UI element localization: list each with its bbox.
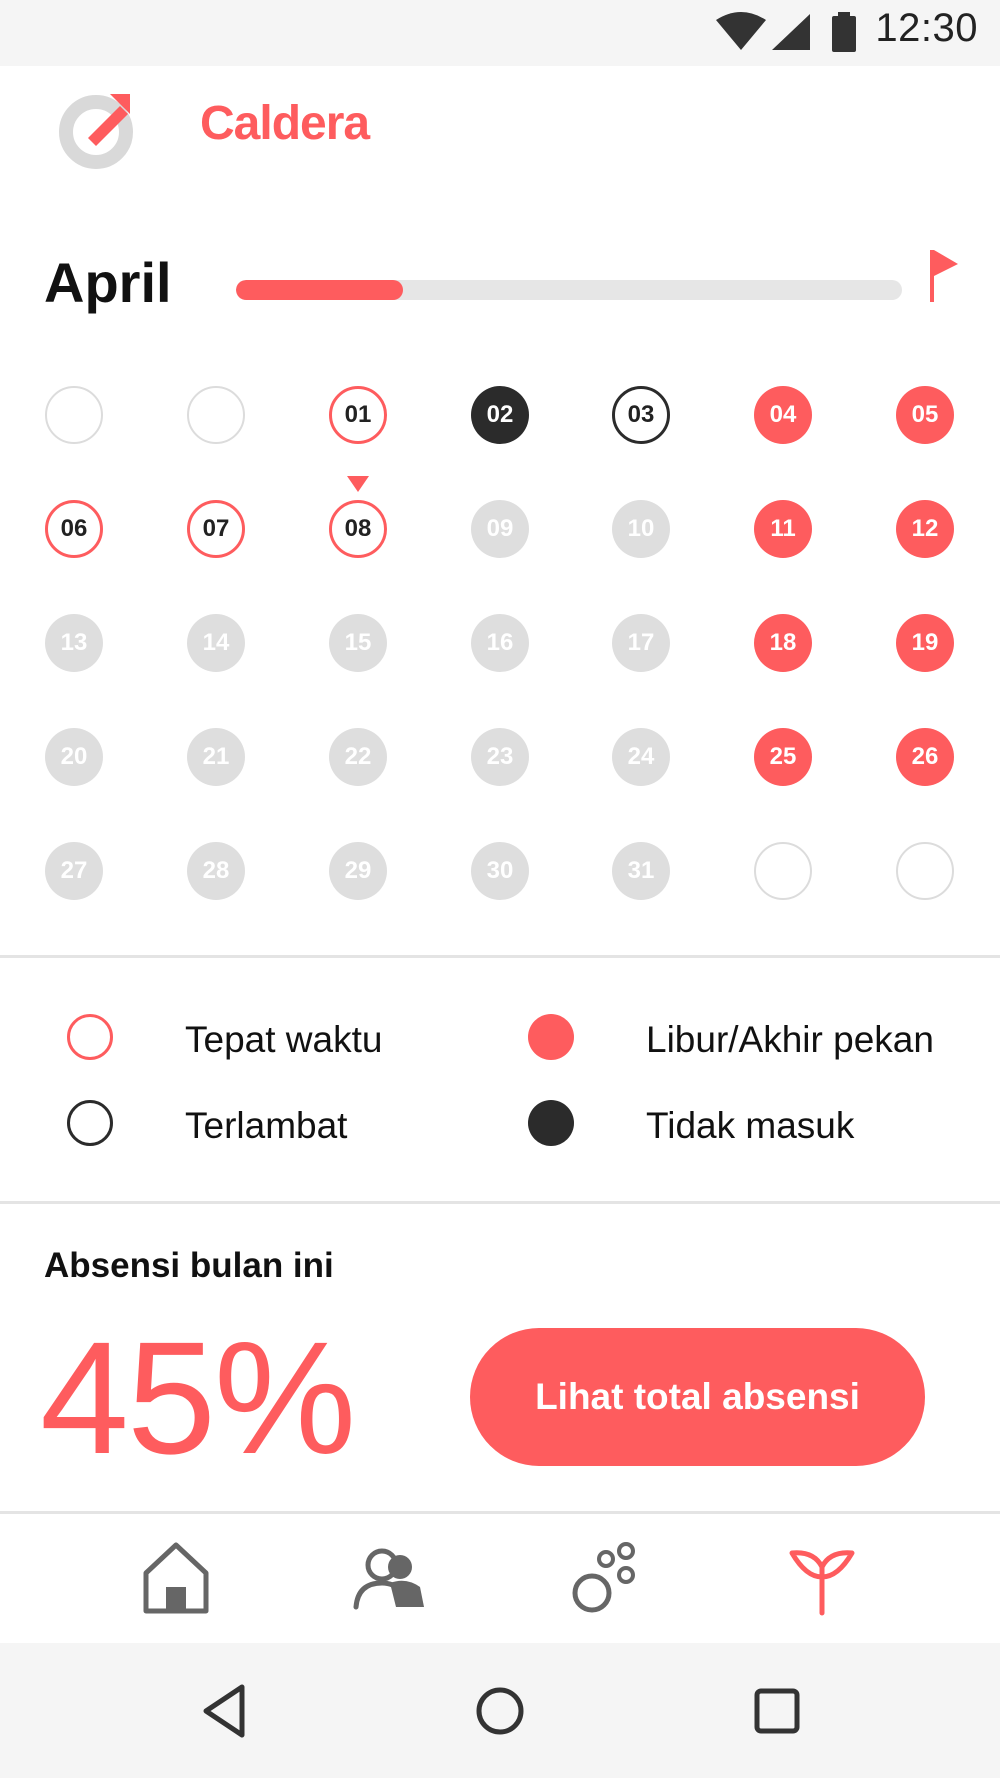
- calendar-day-20[interactable]: 20: [45, 728, 103, 786]
- app-name: Caldera: [200, 97, 370, 150]
- divider: [0, 955, 1000, 958]
- calendar-day-23[interactable]: 23: [471, 728, 529, 786]
- calendar-day-empty: [896, 842, 954, 900]
- calendar-day-06[interactable]: 06: [45, 500, 103, 558]
- logo-mark-icon: [59, 94, 133, 169]
- app-logo: Caldera: [58, 86, 370, 176]
- calendar-day-01[interactable]: 01: [329, 386, 387, 444]
- calendar-day-17[interactable]: 17: [612, 614, 670, 672]
- legend-label: Tidak masuk: [646, 1105, 855, 1146]
- status-bar: 12:30: [0, 0, 1000, 66]
- recents-icon[interactable]: [745, 1679, 809, 1743]
- calendar-day-14[interactable]: 14: [187, 614, 245, 672]
- legend-label: Tepat waktu: [185, 1019, 383, 1060]
- divider: [0, 1201, 1000, 1204]
- calendar-day-02[interactable]: 02: [471, 386, 529, 444]
- legend-on-time-swatch: [67, 1014, 113, 1060]
- battery-icon: [832, 12, 856, 52]
- month-progress-fill: [236, 280, 403, 300]
- calendar-day-19[interactable]: 19: [896, 614, 954, 672]
- attendance-percentage: 45%: [40, 1308, 356, 1487]
- calendar-day-empty: [45, 386, 103, 444]
- signal-icon: [772, 14, 810, 50]
- month-progress-bar: [236, 280, 902, 300]
- month-title: April: [44, 251, 172, 314]
- calendar-day-30[interactable]: 30: [471, 842, 529, 900]
- calendar-day-29[interactable]: 29: [329, 842, 387, 900]
- divider: [0, 1511, 1000, 1514]
- wifi-icon: [716, 12, 766, 50]
- people-icon[interactable]: [350, 1537, 430, 1617]
- legend-label: Terlambat: [185, 1105, 348, 1146]
- calendar-day-empty: [754, 842, 812, 900]
- legend-holiday-swatch: [528, 1014, 574, 1060]
- calendar-day-04[interactable]: 04: [754, 386, 812, 444]
- calendar-day-28[interactable]: 28: [187, 842, 245, 900]
- home-circle-icon[interactable]: [468, 1679, 532, 1743]
- legend-absent-swatch: [528, 1100, 574, 1146]
- sprout-icon[interactable]: [782, 1537, 862, 1617]
- calendar-day-21[interactable]: 21: [187, 728, 245, 786]
- calendar-day-11[interactable]: 11: [754, 500, 812, 558]
- calendar-day-15[interactable]: 15: [329, 614, 387, 672]
- bottom-nav: [0, 1515, 1000, 1641]
- calendar-day-10[interactable]: 10: [612, 500, 670, 558]
- calendar-day-16[interactable]: 16: [471, 614, 529, 672]
- calendar-day-09[interactable]: 09: [471, 500, 529, 558]
- bubbles-icon[interactable]: [568, 1537, 648, 1617]
- home-icon[interactable]: [136, 1537, 216, 1617]
- calendar-day-07[interactable]: 07: [187, 500, 245, 558]
- legend-label: Libur/Akhir pekan: [646, 1019, 934, 1060]
- calendar-day-26[interactable]: 26: [896, 728, 954, 786]
- summary-title: Absensi bulan ini: [44, 1246, 334, 1285]
- calendar-day-05[interactable]: 05: [896, 386, 954, 444]
- calendar-day-25[interactable]: 25: [754, 728, 812, 786]
- today-marker-icon: [347, 476, 369, 492]
- calendar-day-31[interactable]: 31: [612, 842, 670, 900]
- flag-icon[interactable]: [926, 248, 960, 304]
- calendar-day-22[interactable]: 22: [329, 728, 387, 786]
- view-total-attendance-button[interactable]: Lihat total absensi: [470, 1328, 925, 1466]
- calendar-day-27[interactable]: 27: [45, 842, 103, 900]
- system-nav-bar: [0, 1643, 1000, 1778]
- legend-late-swatch: [67, 1100, 113, 1146]
- status-time: 12:30: [875, 6, 978, 50]
- calendar-day-13[interactable]: 13: [45, 614, 103, 672]
- back-icon[interactable]: [194, 1679, 258, 1743]
- calendar-day-08[interactable]: 08: [329, 500, 387, 558]
- calendar-day-18[interactable]: 18: [754, 614, 812, 672]
- calendar-day-empty: [187, 386, 245, 444]
- calendar-day-12[interactable]: 12: [896, 500, 954, 558]
- calendar-day-03[interactable]: 03: [612, 386, 670, 444]
- calendar-day-24[interactable]: 24: [612, 728, 670, 786]
